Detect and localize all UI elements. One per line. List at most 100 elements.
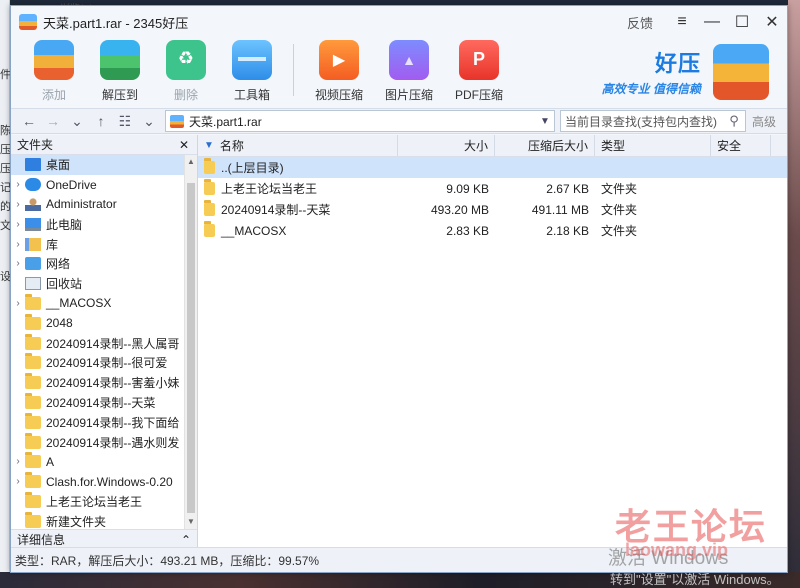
sidebar-item[interactable]: › 网络 [11, 254, 197, 274]
file-type-cell: 文件夹 [595, 220, 711, 241]
back-arrow-icon[interactable]: ← [17, 113, 41, 129]
table-row[interactable]: 20240914录制--天菜 493.20 MB 491.11 MB 文件夹 [198, 199, 787, 220]
sidebar-item[interactable]: 20240914录制--黑人属哥 [11, 333, 197, 353]
sidebar-item[interactable]: 20240914录制--很可爱 [11, 353, 197, 373]
search-input[interactable]: 当前目录查找(支持包内查找) ⚲ [560, 110, 746, 132]
expand-chevron-icon[interactable]: › [11, 179, 25, 190]
search-icon[interactable]: ⚲ [723, 113, 745, 129]
expand-chevron-icon[interactable]: › [11, 258, 25, 269]
column-packed-label: 压缩后大小 [527, 139, 588, 153]
details-toggle-icon[interactable]: ⌃ [181, 533, 191, 547]
pdf-compress-button[interactable]: PDF压缩 [444, 38, 514, 103]
file-type-cell [595, 157, 711, 178]
details-label[interactable]: 详细信息 [17, 531, 65, 548]
extract-to-button[interactable]: 解压到 [87, 38, 153, 103]
toolbox-button[interactable]: 工具箱 [219, 38, 285, 103]
sidebar-item[interactable]: › Clash.for.Windows-0.20 [11, 472, 197, 492]
forward-arrow-icon[interactable]: → [41, 113, 65, 129]
menu-icon[interactable]: ≡ [667, 9, 697, 35]
pdf-icon [459, 40, 499, 80]
advanced-search-link[interactable]: 高级 [752, 113, 776, 130]
video-compress-button[interactable]: 视频压缩 [304, 38, 374, 103]
sidebar-item-label: __MACOSX [46, 296, 112, 311]
close-button[interactable]: ✕ [757, 9, 787, 35]
maximize-button[interactable]: ☐ [727, 9, 757, 35]
sidebar-item[interactable]: › Administrator [11, 195, 197, 215]
feedback-link[interactable]: 反馈 [627, 13, 653, 32]
history-dropdown-icon[interactable]: ⌄ [65, 113, 89, 130]
video-icon [319, 40, 359, 80]
column-packed-size[interactable]: 压缩后大小 [495, 135, 595, 156]
title-bar: 天菜.part1.rar - 2345好压 反馈 ≡ — ☐ ✕ [11, 6, 787, 38]
sidebar-item[interactable]: 20240914录制--天菜 [11, 392, 197, 413]
scroll-up-icon[interactable]: ▲ [185, 155, 197, 169]
expand-chevron-icon[interactable]: › [11, 239, 25, 250]
sidebar-item[interactable]: › A [11, 452, 197, 472]
path-dropdown-icon[interactable]: ▼ [536, 116, 554, 127]
file-size-cell: 493.20 MB [398, 199, 495, 220]
packed-size-cell: 491.11 MB [495, 199, 595, 220]
file-rows: ..(上层目录) 上老王论坛当老王 9.09 KB 2.67 KB 文件夹 2024091… [198, 157, 787, 241]
folder-icon [204, 200, 215, 216]
expand-chevron-icon[interactable]: › [11, 476, 25, 487]
image-compress-label: 图片压缩 [384, 88, 433, 102]
sidebar-item-label: 网络 [46, 257, 71, 272]
sidebar-header: 文件夹 ✕ [11, 135, 197, 155]
view-dropdown-icon[interactable]: ⌄ [137, 113, 161, 130]
folder-icon [25, 333, 41, 350]
sidebar-item[interactable]: 2048 [11, 313, 197, 333]
image-compress-button[interactable]: 图片压缩 [374, 38, 444, 103]
expand-chevron-icon[interactable]: › [11, 219, 25, 230]
file-size-cell: 2.83 KB [398, 220, 495, 241]
sidebar-item[interactable]: 20240914录制--我下面给 [11, 412, 197, 432]
table-row[interactable]: 上老王论坛当老王 9.09 KB 2.67 KB 文件夹 [198, 178, 787, 199]
folder-icon [25, 392, 41, 409]
add-label: 添加 [41, 88, 66, 102]
delete-button[interactable]: 删除 [153, 38, 219, 103]
sidebar-close-icon[interactable]: ✕ [179, 138, 189, 152]
sidebar-item[interactable]: › OneDrive [11, 175, 197, 195]
column-name[interactable]: ▼ 名称 [198, 135, 398, 156]
scroll-down-icon[interactable]: ▼ [185, 515, 197, 529]
column-size[interactable]: 大小 [398, 135, 495, 156]
sidebar-item[interactable]: 20240914录制--害羞小妹 [11, 373, 197, 393]
library-icon [25, 237, 41, 251]
folder-icon [204, 158, 215, 174]
row-spacer [771, 220, 787, 241]
row-spacer [771, 157, 787, 178]
folder-tree[interactable]: 桌面 › OneDrive › Administrator › 此电脑 › 库 › 网络 回收站 › __… [11, 155, 197, 529]
sidebar-item[interactable]: 回收站 [11, 274, 197, 294]
sidebar-item[interactable]: 20240914录制--遇水则发 [11, 432, 197, 452]
sidebar-item[interactable]: 上老王论坛当老王 [11, 491, 197, 512]
sidebar-item[interactable]: › 此电脑 [11, 214, 197, 234]
expand-chevron-icon[interactable]: › [11, 456, 25, 467]
sidebar-item[interactable]: › 库 [11, 234, 197, 254]
path-field[interactable]: 天菜.part1.rar ▼ [165, 110, 555, 132]
parent-directory-row[interactable]: ..(上层目录) [198, 157, 787, 178]
column-security[interactable]: 安全 [711, 135, 771, 156]
sidebar-item-label: 桌面 [46, 158, 71, 173]
sidebar-item[interactable]: 新建文件夹 [11, 511, 197, 529]
sidebar-item[interactable]: 桌面 [11, 155, 197, 175]
minimize-button[interactable]: — [697, 9, 727, 35]
column-type[interactable]: 类型 [595, 135, 711, 156]
sidebar-item-label: 此电脑 [46, 217, 83, 232]
up-arrow-icon[interactable]: ↑ [89, 113, 113, 129]
packed-size-cell-text: 2.67 KB [546, 181, 589, 196]
folder-icon [25, 293, 41, 310]
add-archive-icon [34, 40, 74, 80]
recycle-icon [166, 40, 206, 80]
sidebar-item-label: 20240914录制--害羞小妹 [46, 376, 180, 391]
view-mode-icon[interactable]: ☷ [113, 113, 137, 130]
sidebar-item[interactable]: › __MACOSX [11, 293, 197, 314]
file-type-cell: 文件夹 [595, 178, 711, 199]
add-button[interactable]: 添加 [21, 38, 87, 103]
table-row[interactable]: __MACOSX 2.83 KB 2.18 KB 文件夹 [198, 220, 787, 241]
brand-slogan: 高效专业 值得信赖 [601, 82, 701, 96]
expand-chevron-icon[interactable]: › [11, 298, 25, 309]
scroll-thumb[interactable] [187, 183, 195, 513]
delete-label: 删除 [173, 88, 198, 102]
sidebar-item-label: 20240914录制--很可爱 [46, 356, 168, 371]
expand-chevron-icon[interactable]: › [11, 199, 25, 210]
sidebar-scrollbar[interactable]: ▲ ▼ [184, 155, 197, 529]
